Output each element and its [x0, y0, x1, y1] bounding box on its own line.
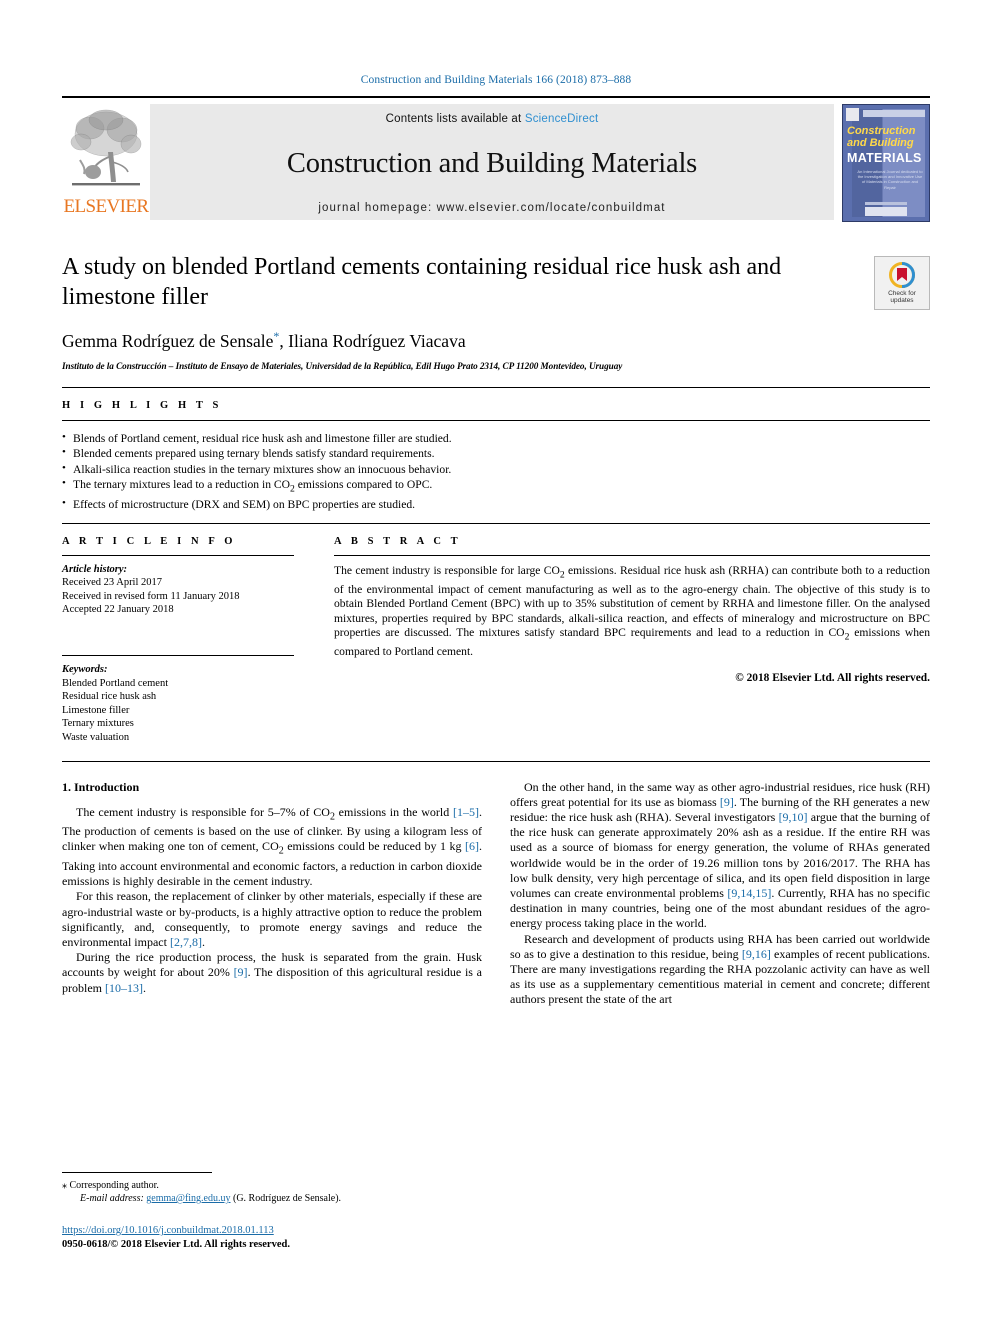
keyword-item: Blended Portland cement [62, 677, 169, 689]
elsevier-wordmark: ELSEVIER [63, 196, 150, 217]
sciencedirect-link[interactable]: ScienceDirect [525, 113, 599, 125]
cover-subtext: An International Journal dedicated to th… [857, 169, 923, 190]
citation-ref[interactable]: [9] [234, 965, 248, 979]
citation-ref[interactable]: [9,16] [742, 947, 771, 961]
paragraph: During the rice production process, the … [62, 950, 482, 995]
title-block: A study on blended Portland cements cont… [62, 252, 930, 371]
abstract-label: A B S T R A C T [334, 535, 462, 547]
section-heading-introduction: 1. Introduction [62, 779, 140, 794]
email-owner: (G. Rodríguez de Sensale). [233, 1193, 342, 1204]
running-head: Construction and Building Materials 166 … [360, 74, 632, 86]
citation-ref[interactable]: [1–5] [453, 805, 479, 819]
elsevier-tree-icon [70, 109, 142, 186]
citation-ref[interactable]: [10–13] [105, 981, 143, 995]
article-history-label: Article history: [62, 563, 128, 575]
citation-ref[interactable]: [9,14,15] [727, 886, 771, 900]
journal-masthead: ELSEVIER Contents lists available at Sci… [62, 96, 930, 226]
list-item: Alkali-silica reaction studies in the te… [62, 461, 930, 478]
article-page: Construction and Building Materials 166 … [0, 0, 992, 1323]
citation-ref[interactable]: [9] [720, 795, 734, 809]
highlights-label: H I G H L I G H T S [62, 399, 222, 411]
journal-homepage-line[interactable]: journal homepage: www.elsevier.com/locat… [318, 202, 665, 214]
doi-block: https://doi.org/10.1016/j.conbuildmat.20… [62, 1224, 290, 1251]
crossmark-badge[interactable]: Check for updates [874, 256, 930, 310]
body-column-right: On the other hand, in the same way as ot… [510, 780, 930, 1008]
page-title: A study on blended Portland cements cont… [62, 254, 782, 310]
citation-ref[interactable]: [6] [465, 839, 479, 853]
article-history: Article history: Received 23 April 2017 … [62, 556, 294, 617]
list-item: Blended cements prepared using ternary b… [62, 445, 930, 462]
list-item: Effects of microstructure (DRX and SEM) … [62, 496, 930, 513]
history-item: Received in revised form 11 January 2018 [62, 590, 240, 602]
cover-title-line3: MATERIALS [847, 151, 922, 165]
body-column-left: 1. Introduction The cement industry is r… [62, 780, 482, 1008]
keyword-item: Residual rice husk ash [62, 691, 157, 703]
highlights-list: Blends of Portland cement, residual rice… [62, 421, 930, 523]
list-item: The ternary mixtures lead to a reduction… [62, 476, 930, 497]
body-columns: 1. Introduction The cement industry is r… [62, 762, 930, 1008]
history-item: Accepted 22 January 2018 [62, 604, 174, 616]
highlights-section: H I G H L I G H T S Blends of Portland c… [62, 388, 930, 524]
elsevier-logo: ELSEVIER [62, 98, 150, 226]
paragraph: Research and development of products usi… [510, 931, 930, 1007]
article-info-label: A R T I C L E I N F O [62, 535, 237, 547]
doi-link[interactable]: https://doi.org/10.1016/j.conbuildmat.20… [62, 1225, 274, 1236]
keyword-item: Waste valuation [62, 731, 130, 743]
list-item: Blends of Portland cement, residual rice… [62, 430, 930, 447]
journal-title: Construction and Building Materials [286, 147, 698, 179]
author-secondary: , Iliana Rodríguez Viacava [279, 330, 466, 351]
info-abstract-row: A R T I C L E I N F O Article history: R… [62, 524, 930, 745]
journal-cover-thumbnail: Construction and Building MATERIALS An In… [834, 98, 930, 226]
footnote-block: ⁎ Corresponding author. E-mail address: … [62, 1172, 482, 1205]
keywords-label: Keywords: [62, 664, 108, 676]
paragraph: On the other hand, in the same way as ot… [510, 779, 930, 931]
corresponding-author-text: Corresponding author. [69, 1180, 159, 1191]
author-primary: Gemma Rodríguez de Sensale [62, 330, 274, 351]
email-link[interactable]: gemma@fing.edu.uy [146, 1193, 230, 1204]
abstract-copyright: © 2018 Elsevier Ltd. All rights reserved… [735, 671, 930, 684]
masthead-band: Contents lists available at ScienceDirec… [150, 104, 834, 220]
abstract-text: The cement industry is responsible for l… [334, 563, 931, 659]
email-note: E-mail address: gemma@fing.edu.uy (G. Ro… [62, 1192, 482, 1205]
asterisk-icon: ⁎ [62, 1180, 67, 1191]
corresponding-author-note: ⁎ Corresponding author. [62, 1179, 482, 1192]
article-info-column: A R T I C L E I N F O Article history: R… [62, 524, 312, 745]
issn-copyright-line: 0950-0618/© 2018 Elsevier Ltd. All right… [62, 1238, 290, 1250]
citation-ref[interactable]: [9,10] [779, 810, 808, 824]
footnote-rule [62, 1172, 212, 1173]
history-item: Received 23 April 2017 [62, 577, 163, 589]
keyword-item: Limestone filler [62, 704, 130, 716]
email-label: E-mail address: [80, 1193, 144, 1204]
cover-title-line1: Construction and Building [847, 125, 916, 149]
citation-ref[interactable]: [2,7,8] [170, 935, 202, 949]
keyword-item: Ternary mixtures [62, 718, 134, 730]
affiliation: Instituto de la Construcción – Instituto… [62, 360, 623, 371]
paragraph: For this reason, the replacement of clin… [62, 889, 482, 949]
crossmark-label: Check for updates [888, 289, 916, 305]
abstract-column: A B S T R A C T The cement industry is r… [312, 524, 930, 745]
crossmark-icon [889, 261, 915, 288]
author-list: Gemma Rodríguez de Sensale*, Iliana Rodr… [62, 329, 930, 352]
contents-prefix: Contents lists available at [385, 113, 525, 125]
keywords-block: Keywords: Blended Portland cement Residu… [62, 656, 294, 745]
contents-list-line: Contents lists available at ScienceDirec… [386, 113, 599, 125]
cover-publisher-icon [846, 108, 859, 121]
paragraph: The cement industry is responsible for 5… [62, 804, 483, 889]
